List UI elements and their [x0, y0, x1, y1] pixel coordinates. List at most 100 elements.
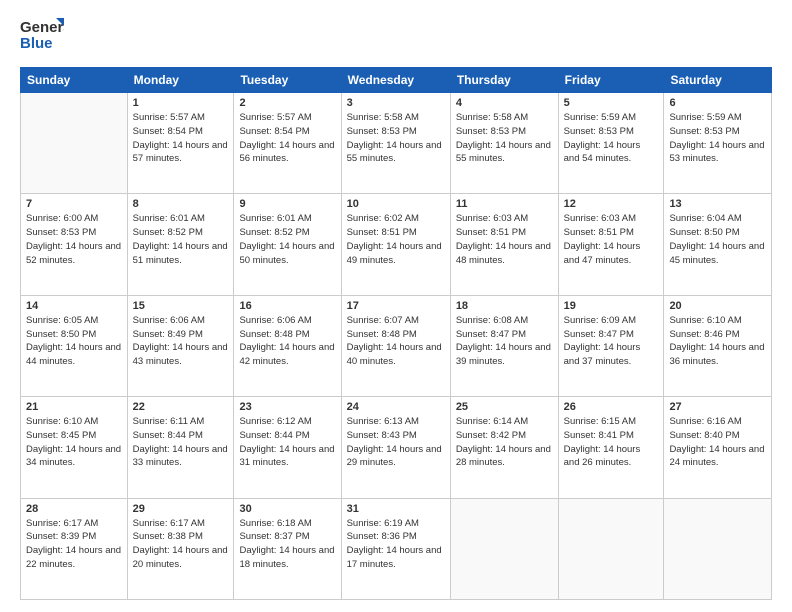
calendar-day-cell: 17 Sunrise: 6:07 AMSunset: 8:48 PMDayligh… [341, 295, 450, 396]
calendar-day-cell [21, 93, 128, 194]
day-number: 18 [456, 300, 553, 312]
calendar-day-cell: 23 Sunrise: 6:12 AMSunset: 8:44 PMDayligh… [234, 397, 341, 498]
calendar-day-cell: 19Sunrise: 6:09 AMSunset: 8:47 PMDayligh… [558, 295, 664, 396]
day-info: Sunrise: 5:57 AMSunset: 8:54 PMDaylight:… [239, 111, 335, 166]
calendar-day-cell: 16 Sunrise: 6:06 AMSunset: 8:48 PMDayligh… [234, 295, 341, 396]
calendar-week-row: 14 Sunrise: 6:05 AMSunset: 8:50 PMDayligh… [21, 295, 772, 396]
day-info: Sunrise: 6:11 AMSunset: 8:44 PMDaylight:… [133, 415, 229, 470]
logo-container: General Blue [20, 16, 64, 57]
day-number: 14 [26, 300, 122, 312]
day-info: Sunrise: 6:01 AMSunset: 8:52 PMDaylight:… [133, 212, 229, 267]
calendar-day-cell: 24Sunrise: 6:13 AMSunset: 8:43 PMDayligh… [341, 397, 450, 498]
day-info: Sunrise: 6:18 AMSunset: 8:37 PMDaylight:… [239, 517, 335, 572]
day-info: Sunrise: 6:19 AMSunset: 8:36 PMDaylight:… [347, 517, 445, 572]
day-number: 25 [456, 401, 553, 413]
calendar-day-cell: 20Sunrise: 6:10 AMSunset: 8:46 PMDayligh… [664, 295, 772, 396]
calendar-day-cell: 25 Sunrise: 6:14 AMSunset: 8:42 PMDayligh… [450, 397, 558, 498]
day-info: Sunrise: 5:59 AMSunset: 8:53 PMDaylight:… [669, 111, 766, 166]
day-number: 15 [133, 300, 229, 312]
day-number: 4 [456, 97, 553, 109]
day-number: 7 [26, 198, 122, 210]
day-info: Sunrise: 6:06 AMSunset: 8:48 PMDaylight:… [239, 314, 335, 369]
calendar-week-row: 1 Sunrise: 5:57 AMSunset: 8:54 PMDaylight… [21, 93, 772, 194]
day-number: 21 [26, 401, 122, 413]
calendar-day-cell: 30 Sunrise: 6:18 AMSunset: 8:37 PMDayligh… [234, 498, 341, 599]
day-info: Sunrise: 5:58 AMSunset: 8:53 PMDaylight:… [347, 111, 445, 166]
day-number: 13 [669, 198, 766, 210]
day-info: Sunrise: 6:02 AMSunset: 8:51 PMDaylight:… [347, 212, 445, 267]
day-info: Sunrise: 6:01 AMSunset: 8:52 PMDaylight:… [239, 212, 335, 267]
weekday-header-cell: Tuesday [234, 68, 341, 93]
calendar-day-cell: 22 Sunrise: 6:11 AMSunset: 8:44 PMDayligh… [127, 397, 234, 498]
logo-blue-text: Blue [20, 35, 53, 52]
day-number: 12 [564, 198, 659, 210]
day-info: Sunrise: 6:05 AMSunset: 8:50 PMDaylight:… [26, 314, 122, 369]
calendar-day-cell: 1 Sunrise: 5:57 AMSunset: 8:54 PMDaylight… [127, 93, 234, 194]
header: General Blue [20, 16, 772, 57]
calendar-day-cell: 31Sunrise: 6:19 AMSunset: 8:36 PMDayligh… [341, 498, 450, 599]
calendar-week-row: 7Sunrise: 6:00 AMSunset: 8:53 PMDaylight… [21, 194, 772, 295]
calendar-day-cell [450, 498, 558, 599]
day-info: Sunrise: 6:12 AMSunset: 8:44 PMDaylight:… [239, 415, 335, 470]
day-number: 3 [347, 97, 445, 109]
day-number: 23 [239, 401, 335, 413]
logo-graphic: General Blue [20, 16, 64, 57]
day-number: 16 [239, 300, 335, 312]
weekday-header-cell: Monday [127, 68, 234, 93]
calendar-day-cell: 18Sunrise: 6:08 AMSunset: 8:47 PMDayligh… [450, 295, 558, 396]
calendar-day-cell: 13 Sunrise: 6:04 AMSunset: 8:50 PMDayligh… [664, 194, 772, 295]
day-number: 24 [347, 401, 445, 413]
calendar-day-cell: 5 Sunrise: 5:59 AMSunset: 8:53 PMDaylight… [558, 93, 664, 194]
day-info: Sunrise: 6:04 AMSunset: 8:50 PMDaylight:… [669, 212, 766, 267]
day-number: 1 [133, 97, 229, 109]
day-info: Sunrise: 6:16 AMSunset: 8:40 PMDaylight:… [669, 415, 766, 470]
day-number: 22 [133, 401, 229, 413]
day-info: Sunrise: 5:58 AMSunset: 8:53 PMDaylight:… [456, 111, 553, 166]
day-number: 17 [347, 300, 445, 312]
day-number: 10 [347, 198, 445, 210]
day-info: Sunrise: 5:57 AMSunset: 8:54 PMDaylight:… [133, 111, 229, 166]
day-number: 30 [239, 503, 335, 515]
calendar-body: 1 Sunrise: 5:57 AMSunset: 8:54 PMDaylight… [21, 93, 772, 600]
day-info: Sunrise: 6:07 AMSunset: 8:48 PMDaylight:… [347, 314, 445, 369]
calendar-day-cell [558, 498, 664, 599]
day-info: Sunrise: 6:15 AMSunset: 8:41 PMDaylight:… [564, 415, 659, 470]
day-info: Sunrise: 6:14 AMSunset: 8:42 PMDaylight:… [456, 415, 553, 470]
calendar-table: SundayMondayTuesdayWednesdayThursdayFrid… [20, 67, 772, 600]
calendar-day-cell: 12Sunrise: 6:03 AMSunset: 8:51 PMDayligh… [558, 194, 664, 295]
logo-general-text: General [20, 19, 64, 36]
weekday-header-cell: Thursday [450, 68, 558, 93]
calendar-day-cell: 9 Sunrise: 6:01 AMSunset: 8:52 PMDaylight… [234, 194, 341, 295]
day-number: 5 [564, 97, 659, 109]
calendar-day-cell: 10 Sunrise: 6:02 AMSunset: 8:51 PMDayligh… [341, 194, 450, 295]
calendar-day-cell: 6Sunrise: 5:59 AMSunset: 8:53 PMDaylight… [664, 93, 772, 194]
calendar-day-cell: 4 Sunrise: 5:58 AMSunset: 8:53 PMDaylight… [450, 93, 558, 194]
weekday-header-cell: Saturday [664, 68, 772, 93]
day-number: 29 [133, 503, 229, 515]
calendar-day-cell: 27 Sunrise: 6:16 AMSunset: 8:40 PMDayligh… [664, 397, 772, 498]
logo: General Blue [20, 16, 64, 57]
calendar-day-cell: 14 Sunrise: 6:05 AMSunset: 8:50 PMDayligh… [21, 295, 128, 396]
calendar-day-cell [664, 498, 772, 599]
calendar-day-cell: 15 Sunrise: 6:06 AMSunset: 8:49 PMDayligh… [127, 295, 234, 396]
calendar-day-cell: 7Sunrise: 6:00 AMSunset: 8:53 PMDaylight… [21, 194, 128, 295]
day-number: 20 [669, 300, 766, 312]
calendar-day-cell: 21Sunrise: 6:10 AMSunset: 8:45 PMDayligh… [21, 397, 128, 498]
logo-svg: General Blue [20, 16, 64, 52]
page: General Blue SundayMondayTuesdayWednesda… [0, 0, 792, 612]
day-info: Sunrise: 6:06 AMSunset: 8:49 PMDaylight:… [133, 314, 229, 369]
weekday-header-cell: Sunday [21, 68, 128, 93]
day-info: Sunrise: 6:09 AMSunset: 8:47 PMDaylight:… [564, 314, 659, 369]
calendar-day-cell: 11Sunrise: 6:03 AMSunset: 8:51 PMDayligh… [450, 194, 558, 295]
weekday-header-row: SundayMondayTuesdayWednesdayThursdayFrid… [21, 68, 772, 93]
day-info: Sunrise: 6:03 AMSunset: 8:51 PMDaylight:… [456, 212, 553, 267]
day-info: Sunrise: 5:59 AMSunset: 8:53 PMDaylight:… [564, 111, 659, 166]
calendar-day-cell: 8Sunrise: 6:01 AMSunset: 8:52 PMDaylight… [127, 194, 234, 295]
day-number: 27 [669, 401, 766, 413]
calendar-week-row: 28Sunrise: 6:17 AMSunset: 8:39 PMDayligh… [21, 498, 772, 599]
day-number: 2 [239, 97, 335, 109]
calendar-day-cell: 3 Sunrise: 5:58 AMSunset: 8:53 PMDaylight… [341, 93, 450, 194]
day-number: 9 [239, 198, 335, 210]
weekday-header-cell: Wednesday [341, 68, 450, 93]
calendar-week-row: 21Sunrise: 6:10 AMSunset: 8:45 PMDayligh… [21, 397, 772, 498]
